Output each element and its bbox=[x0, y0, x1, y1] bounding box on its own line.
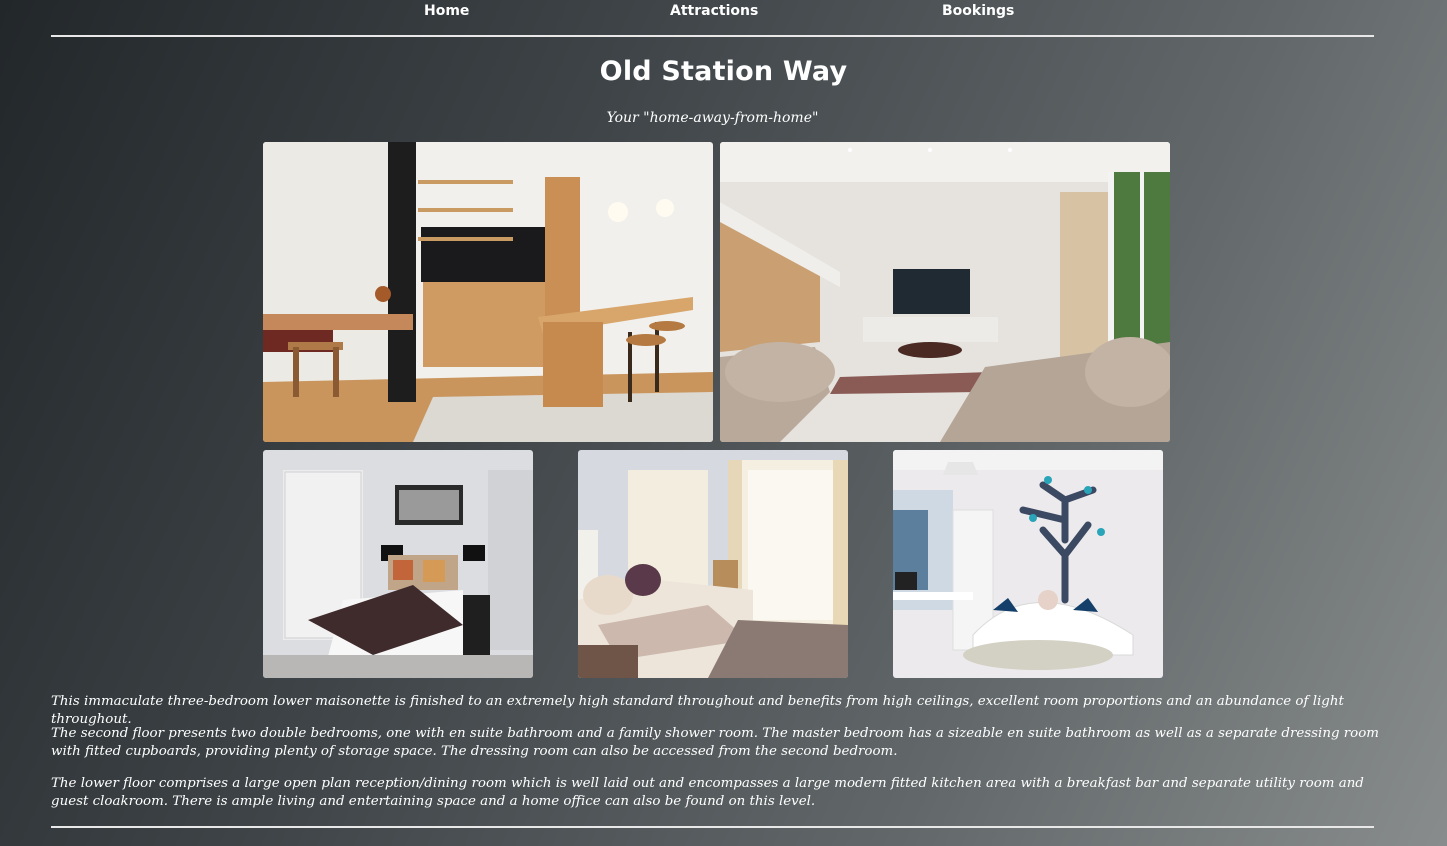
nav-link-attractions[interactable]: Attractions bbox=[670, 3, 758, 19]
description-paragraph: This immaculate three-bedroom lower mais… bbox=[51, 694, 1344, 727]
guest-bedroom-photo bbox=[578, 450, 848, 678]
description-paragraph: The second floor presents two double bed… bbox=[51, 726, 1379, 759]
nav-link-home[interactable]: Home bbox=[424, 3, 469, 19]
childrens-room-photo bbox=[893, 450, 1163, 678]
description-paragraph: The lower floor comprises a large open p… bbox=[51, 776, 1364, 809]
page-subtitle: Your "home-away-from-home" bbox=[606, 110, 819, 126]
bedroom-photo bbox=[263, 450, 533, 678]
page-title: Old Station Way bbox=[599, 56, 848, 87]
main-nav: Home Attractions Bookings bbox=[51, 0, 1374, 37]
footer-divider bbox=[51, 826, 1374, 828]
living-room-photo bbox=[720, 142, 1170, 442]
kitchen-photo bbox=[263, 142, 713, 442]
nav-link-bookings[interactable]: Bookings bbox=[942, 3, 1014, 19]
